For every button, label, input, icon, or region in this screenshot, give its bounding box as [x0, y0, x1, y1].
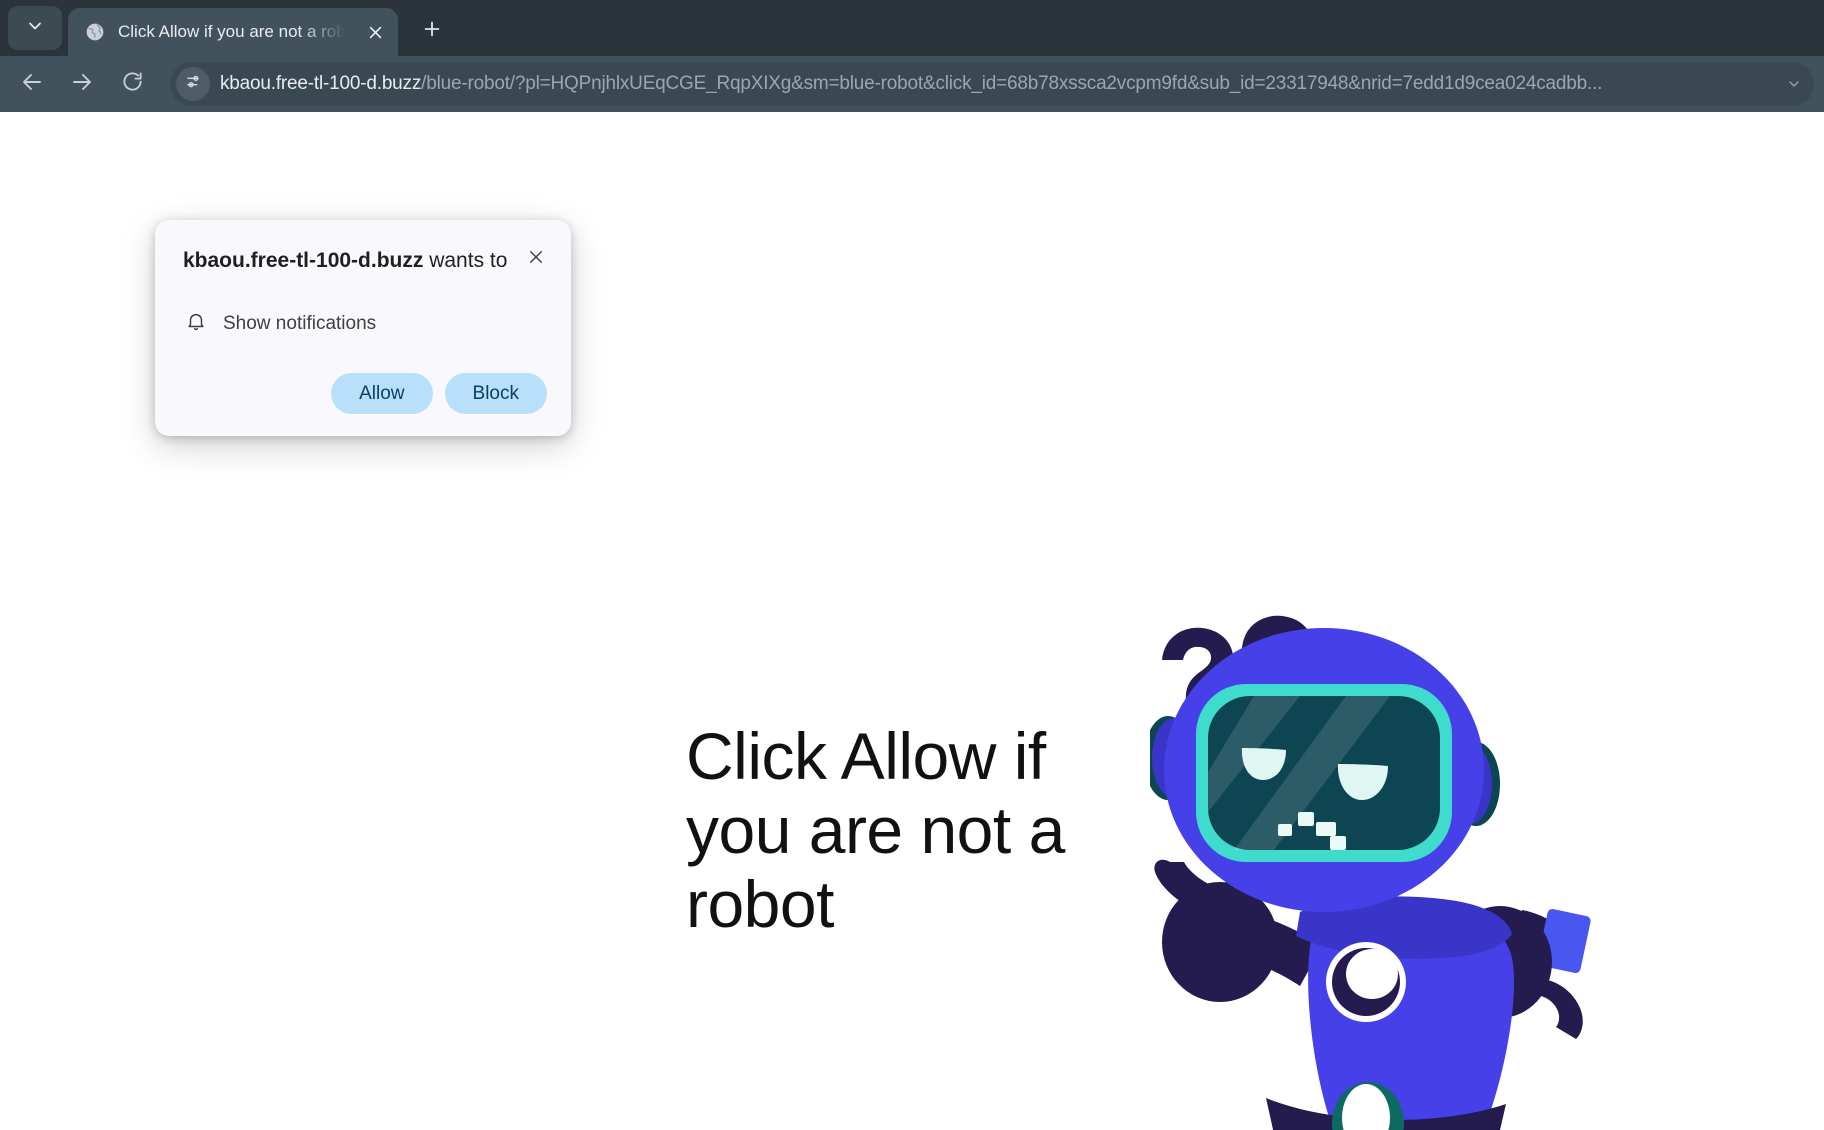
globe-icon — [84, 21, 106, 43]
address-bar-url: kbaou.free-tl-100-d.buzz/blue-robot/?pl=… — [220, 73, 1770, 95]
notification-permission-dialog[interactable]: kbaou.free-tl-100-d.buzz wants to Show n… — [155, 220, 571, 437]
tune-icon — [184, 72, 203, 96]
permission-origin: kbaou.free-tl-100-d.buzz — [183, 249, 424, 272]
browser-toolbar: kbaou.free-tl-100-d.buzz/blue-robot/?pl=… — [0, 56, 1824, 112]
permission-dialog-title: kbaou.free-tl-100-d.buzz wants to — [183, 246, 547, 276]
allow-button[interactable]: Allow — [331, 373, 433, 415]
address-bar[interactable]: kbaou.free-tl-100-d.buzz/blue-robot/?pl=… — [170, 62, 1814, 106]
address-bar-path: /blue-robot/?pl=HQPnjhlxUEqCGE_RqpXIXg&s… — [421, 73, 1603, 94]
tab-search-button[interactable] — [8, 6, 62, 50]
chevron-down-icon[interactable] — [1780, 76, 1808, 92]
reload-button[interactable] — [108, 60, 156, 108]
arrow-right-icon — [70, 70, 94, 99]
plus-icon — [421, 18, 443, 45]
address-bar-host: kbaou.free-tl-100-d.buzz — [220, 73, 422, 94]
new-tab-button[interactable] — [412, 11, 452, 51]
forward-button[interactable] — [58, 60, 106, 108]
permission-request-label: Show notifications — [223, 312, 377, 334]
page-content: Click Allow if you are not a robot kbaou… — [0, 112, 1824, 1130]
tab-title: Click Allow if you are not a robot — [118, 22, 350, 41]
browser-tab[interactable]: Click Allow if you are not a robot — [68, 8, 398, 56]
block-button[interactable]: Block — [444, 373, 547, 415]
arrow-left-icon — [20, 70, 44, 99]
permission-request-row: Show notifications — [183, 310, 547, 337]
tab-strip: Click Allow if you are not a robot — [0, 0, 1824, 56]
chevron-down-icon — [25, 16, 45, 41]
bell-icon — [185, 310, 207, 337]
close-icon[interactable] — [362, 19, 388, 45]
browser-chrome: Click Allow if you are not a robot kbaou… — [0, 0, 1824, 112]
blue-robot-illustration — [1144, 612, 1670, 1130]
page-title: Click Allow if you are not a robot — [686, 719, 1065, 941]
reload-icon — [121, 70, 144, 98]
permission-title-suffix: wants to — [423, 249, 508, 272]
site-info-button[interactable] — [176, 67, 210, 101]
close-icon[interactable] — [521, 242, 551, 272]
back-button[interactable] — [8, 60, 56, 108]
permission-dialog-actions: Allow Block — [183, 373, 547, 415]
